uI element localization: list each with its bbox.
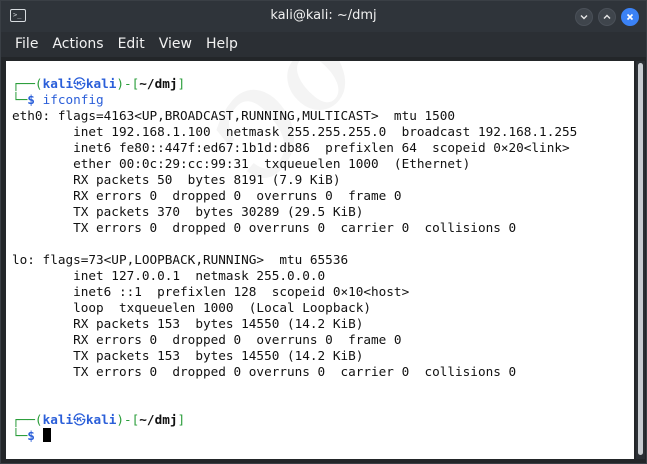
output-line: TX errors 0 dropped 0 overruns 0 carrier… [12,220,517,235]
prompt-dollar: $ [27,92,35,107]
prompt-dollar: $ [27,428,35,443]
menu-file[interactable]: File [8,32,45,57]
prompt-frame: └─ [12,428,28,443]
prompt-frame: )-[ [116,76,140,91]
output-line: eth0: flags=4163<UP,BROADCAST,RUNNING,MU… [12,108,456,123]
terminal-window: >_ kali@kali: ~/dmj File Actions Edit Vi… [0,0,647,464]
prompt-path: ~/dmj [139,76,178,91]
output-line: lo: flags=73<UP,LOOPBACK,RUNNING> mtu 65… [12,252,349,267]
prompt-frame: ] [177,412,186,427]
window-title: kali@kali: ~/dmj [270,8,377,23]
output-line: inet 192.168.1.100 netmask 255.255.255.0… [12,124,578,139]
output-line: TX packets 153 bytes 14550 (14.2 KiB) [12,348,364,363]
scrollbar-thumb[interactable] [638,63,643,455]
menu-bar: File Actions Edit View Help [1,32,646,57]
output-line: ether 00:0c:29:cc:99:31 txqueuelen 1000 … [12,156,471,171]
prompt-user: kali [42,76,74,91]
output-line: RX packets 153 bytes 14550 (14.2 KiB) [12,316,364,331]
output-line: TX errors 0 dropped 0 overruns 0 carrier… [12,364,517,379]
vertical-scrollbar[interactable] [636,61,645,459]
output-line: RX errors 0 dropped 0 overruns 0 frame 0 [12,188,402,203]
output-line: TX packets 370 bytes 30289 (29.5 KiB) [12,204,364,219]
prompt-separator-icon: ㉿ [73,412,86,427]
command-line: └─$ [12,428,577,444]
output-line: inet 127.0.0.1 netmask 255.0.0.0 [12,268,326,283]
output-line: RX errors 0 dropped 0 overruns 0 frame 0 [12,332,402,347]
menu-view[interactable]: View [152,32,199,57]
terminal-lines: ┌──(kali㉿kali)-[~/dmj] └─$ ifconfig eth0: … [12,76,577,444]
prompt-path: ~/dmj [139,412,178,427]
output-line: loop txqueuelen 1000 (Local Loopback) [12,300,372,315]
menu-help[interactable]: Help [199,32,245,57]
prompt-line: ┌──(kali㉿kali)-[~/dmj] [12,412,577,428]
maximize-icon [603,14,611,19]
prompt-frame: └─ [12,92,28,107]
minimize-icon [580,15,588,20]
terminal-output-area[interactable]: ↄ∂ℓ ┌──(kali㉿kali)-[~/dmj]└─$ ifconfiget… [6,61,634,459]
minimize-button[interactable] [575,8,593,26]
command-line: └─$ ifconfig [12,92,577,108]
close-button[interactable] [621,8,639,26]
prompt-frame: )-[ [116,412,140,427]
prompt-host: kali [85,412,117,427]
prompt-line: ┌──(kali㉿kali)-[~/dmj] [12,76,577,92]
output-line: inet6 ::1 prefixlen 128 scopeid 0×10<hos… [12,284,410,299]
menu-actions[interactable]: Actions [45,32,110,57]
prompt-frame: ] [177,76,186,91]
text-cursor [42,428,51,442]
prompt-frame: ┌──( [12,412,43,427]
output-line: RX packets 50 bytes 8191 (7.9 KiB) [12,172,341,187]
close-icon [626,13,634,21]
prompt-user: kali [42,412,74,427]
command-text: ifconfig [42,92,104,107]
menu-edit[interactable]: Edit [111,32,152,57]
title-bar[interactable]: >_ kali@kali: ~/dmj [1,1,646,32]
output-line: inet6 fe80::447f:ed67:1b1d:db86 prefixle… [12,140,570,155]
prompt-host: kali [85,76,117,91]
maximize-button[interactable] [598,8,616,26]
prompt-separator-icon: ㉿ [73,76,86,91]
prompt-frame: ┌──( [12,76,43,91]
